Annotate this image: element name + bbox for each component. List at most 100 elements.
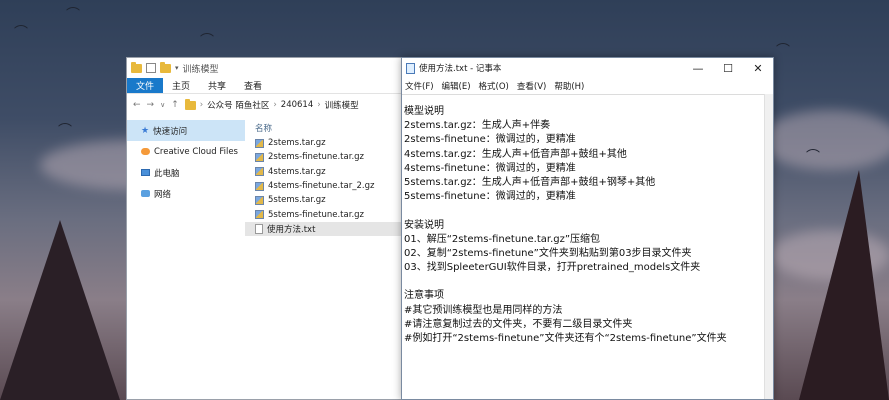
file-item[interactable]: 使用方法.txt bbox=[245, 221, 410, 237]
archive-file-icon bbox=[255, 181, 264, 191]
folder-icon bbox=[131, 61, 142, 73]
tab-file[interactable]: 文件 bbox=[127, 78, 164, 93]
address-bar[interactable]: › 公众号 陌鱼社区 › 240614 › 训练模型 bbox=[184, 98, 359, 111]
menu-file[interactable]: 文件(F) bbox=[405, 80, 434, 92]
breadcrumb-separator: › bbox=[273, 100, 277, 110]
notepad-menu-bar: 文件(F) 编辑(E) 格式(O) 查看(V) 帮助(H) bbox=[402, 78, 773, 94]
explorer-title-bar[interactable]: ▾ 训练模型 bbox=[127, 58, 410, 78]
notepad-icon bbox=[406, 62, 415, 74]
notepad-window[interactable]: 使用方法.txt - 记事本 — ☐ ✕ 文件(F) 编辑(E) 格式(O) 查… bbox=[401, 57, 774, 400]
column-header-name[interactable]: 名称 bbox=[245, 120, 410, 136]
up-arrow-icon[interactable]: ↑ bbox=[171, 100, 179, 110]
text-line: 模型说明 bbox=[404, 106, 444, 117]
notepad-title-bar[interactable]: 使用方法.txt - 记事本 — ☐ ✕ bbox=[402, 58, 773, 78]
tab-home[interactable]: 主页 bbox=[163, 78, 199, 93]
text-line: 5stems.tar.gz：生成人声+低音声部+鼓组+钢琴+其他 bbox=[404, 176, 656, 188]
file-item[interactable]: 5stems.tar.gz bbox=[245, 193, 410, 207]
bird-icon: ⌒ bbox=[66, 7, 80, 23]
star-icon: ★ bbox=[141, 125, 150, 136]
bird-icon: ⌒ bbox=[806, 149, 820, 165]
file-name: 4stems-finetune.tar_2.gz bbox=[268, 181, 375, 192]
folder-icon bbox=[160, 61, 171, 73]
menu-view[interactable]: 查看(V) bbox=[517, 80, 546, 92]
text-line: 01、解压“2stems-finetune.tar.gz”压缩包 bbox=[404, 233, 601, 245]
rock-silhouette bbox=[799, 170, 889, 400]
minimize-icon[interactable]: — bbox=[683, 58, 713, 78]
text-line: 注意事项 bbox=[404, 290, 444, 302]
file-item[interactable]: 5stems-finetune.tar.gz bbox=[245, 207, 410, 221]
window-controls: — ☐ ✕ bbox=[683, 58, 773, 78]
rock-silhouette bbox=[0, 220, 120, 400]
menu-format[interactable]: 格式(O) bbox=[479, 80, 509, 92]
file-name: 5stems-finetune.tar.gz bbox=[268, 209, 364, 220]
nav-item-network[interactable]: 网络 bbox=[127, 183, 245, 204]
text-line: 2stems.tar.gz：生成人声+伴奏 bbox=[404, 120, 551, 132]
menu-help[interactable]: 帮助(H) bbox=[554, 80, 584, 92]
text-line: 4stems.tar.gz：生成人声+低音声部+鼓组+其他 bbox=[404, 148, 627, 160]
network-icon bbox=[141, 190, 150, 197]
breadcrumb-item[interactable]: 240614 bbox=[281, 100, 313, 110]
text-line: 03、找到SpleeterGUI软件目录，打开pretrained_models… bbox=[404, 262, 701, 274]
text-line bbox=[404, 275, 762, 289]
file-list: 名称 2stems.tar.gz 2stems-finetune.tar.gz … bbox=[245, 116, 410, 396]
text-line: #其它预训练模型也是用同样的方法 bbox=[404, 304, 563, 316]
breadcrumb-item[interactable]: 训练模型 bbox=[325, 99, 359, 111]
close-icon[interactable]: ✕ bbox=[743, 58, 773, 78]
file-explorer-window[interactable]: ▾ 训练模型 文件 主页 共享 查看 ← → ∨ ↑ › 公众号 陌鱼社区 › … bbox=[126, 57, 411, 400]
explorer-title: 训练模型 bbox=[182, 64, 219, 75]
text-line bbox=[404, 204, 762, 218]
text-line: 安装说明 bbox=[404, 219, 444, 231]
nav-item-creative-cloud[interactable]: Creative Cloud Files bbox=[127, 141, 245, 162]
background-cloud bbox=[760, 110, 889, 170]
creative-cloud-icon bbox=[141, 148, 150, 155]
text-line: 2stems-finetune：微调过的，更精准 bbox=[404, 134, 576, 146]
text-line: 02、复制“2stems-finetune”文件夹到粘贴到第03步目录文件夹 bbox=[404, 247, 692, 259]
text-line: #例如打开“2stems-finetune”文件夹还有个“2stems-fine… bbox=[404, 333, 727, 344]
archive-file-icon bbox=[255, 210, 264, 220]
back-arrow-icon[interactable]: ← bbox=[133, 100, 141, 110]
tab-share[interactable]: 共享 bbox=[199, 78, 235, 93]
nav-item-label: 网络 bbox=[154, 189, 172, 200]
archive-file-icon bbox=[255, 167, 264, 177]
bird-icon: ⌒ bbox=[58, 123, 72, 139]
navigation-bar: ← → ∨ ↑ › 公众号 陌鱼社区 › 240614 › 训练模型 bbox=[127, 94, 410, 116]
file-name: 2stems-finetune.tar.gz bbox=[268, 152, 364, 163]
checkbox-icon[interactable] bbox=[146, 63, 156, 73]
nav-item-label: 快速访问 bbox=[153, 126, 188, 137]
file-name: 使用方法.txt bbox=[267, 224, 316, 235]
bird-icon: ⌒ bbox=[200, 33, 214, 49]
recent-locations-icon[interactable]: ∨ bbox=[160, 101, 165, 109]
tab-view[interactable]: 查看 bbox=[235, 78, 271, 93]
breadcrumb-item[interactable]: 公众号 陌鱼社区 bbox=[207, 99, 269, 111]
menu-edit[interactable]: 编辑(E) bbox=[442, 80, 471, 92]
nav-item-label: Creative Cloud Files bbox=[154, 146, 238, 157]
vertical-scrollbar[interactable] bbox=[764, 94, 773, 399]
file-item[interactable]: 2stems-finetune.tar.gz bbox=[245, 150, 410, 164]
notepad-text-area[interactable]: 模型说明 2stems.tar.gz：生成人声+伴奏 2stems-finetu… bbox=[402, 94, 764, 399]
nav-item-label: 此电脑 bbox=[154, 168, 180, 179]
archive-file-icon bbox=[255, 195, 264, 205]
folder-icon bbox=[184, 98, 196, 110]
nav-item-this-pc[interactable]: 此电脑 bbox=[127, 162, 245, 183]
text-line: 5stems-finetune：微调过的，更精准 bbox=[404, 191, 576, 203]
quick-access-dropdown-icon[interactable]: ▾ bbox=[175, 64, 179, 72]
notepad-title: 使用方法.txt - 记事本 bbox=[419, 64, 502, 74]
text-line: #请注意复制过去的文件夹，不要有二级目录文件夹 bbox=[404, 318, 633, 330]
file-name: 5stems.tar.gz bbox=[268, 195, 326, 206]
bird-icon: ⌒ bbox=[776, 43, 790, 59]
nav-item-quick-access[interactable]: ★ 快速访问 bbox=[127, 120, 245, 141]
navigation-pane: ★ 快速访问 Creative Cloud Files 此电脑 网络 bbox=[127, 116, 245, 396]
text-file-icon bbox=[255, 223, 263, 234]
file-name: 2stems.tar.gz bbox=[268, 138, 326, 149]
file-item[interactable]: 4stems-finetune.tar_2.gz bbox=[245, 179, 410, 193]
explorer-body: ★ 快速访问 Creative Cloud Files 此电脑 网络 名称 2s… bbox=[127, 116, 410, 396]
maximize-icon[interactable]: ☐ bbox=[713, 58, 743, 78]
pc-icon bbox=[141, 169, 150, 176]
breadcrumb-separator: › bbox=[199, 100, 204, 110]
text-line: 4stems-finetune：微调过的，更精准 bbox=[404, 162, 576, 174]
archive-file-icon bbox=[255, 152, 264, 162]
forward-arrow-icon[interactable]: → bbox=[147, 100, 155, 110]
file-item[interactable]: 4stems.tar.gz bbox=[245, 165, 410, 179]
file-item[interactable]: 2stems.tar.gz bbox=[245, 136, 410, 150]
archive-file-icon bbox=[255, 138, 264, 148]
